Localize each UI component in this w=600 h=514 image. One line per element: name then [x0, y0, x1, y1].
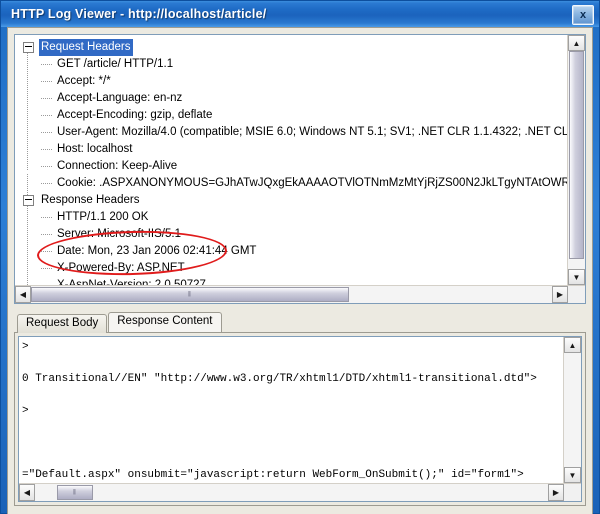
tree-branch-icon: [41, 115, 53, 116]
tab-panel-response-content: > 0 Transitional//EN" "http://www.w3.org…: [14, 332, 586, 506]
tree-node-item[interactable]: HTTP/1.1 200 OK: [15, 209, 567, 226]
response-content-text[interactable]: > 0 Transitional//EN" "http://www.w3.org…: [19, 337, 563, 483]
tree-branch-icon: [41, 217, 53, 218]
tree-branch-icon: [41, 251, 53, 252]
response-content-textarea[interactable]: > 0 Transitional//EN" "http://www.w3.org…: [18, 336, 582, 502]
title-bar[interactable]: HTTP Log Viewer - http://localhost/artic…: [1, 1, 599, 27]
content-v-scroll-track[interactable]: [564, 353, 581, 467]
window-title: HTTP Log Viewer - http://localhost/artic…: [11, 7, 267, 21]
tree-node-item[interactable]: Accept-Encoding: gzip, deflate: [15, 107, 567, 124]
tree-v-scroll-track[interactable]: [568, 51, 585, 269]
tree-node-item[interactable]: User-Agent: Mozilla/4.0 (compatible; MSI…: [15, 124, 567, 141]
tree-branch-icon: [41, 132, 53, 133]
scrollbar-corner: [568, 286, 585, 303]
content-h-scroll-track[interactable]: ‖: [35, 484, 548, 501]
tree-node-item[interactable]: GET /article/ HTTP/1.1: [15, 56, 567, 73]
tree-h-scroll-track[interactable]: ‖: [31, 286, 552, 303]
tree-node-label: Connection: Keep-Alive: [57, 160, 178, 172]
tree-vertical-scrollbar[interactable]: ▲ ▼: [567, 35, 585, 285]
tree-node-item[interactable]: Date: Mon, 23 Jan 2006 02:41:44 GMT: [15, 243, 567, 260]
tree-v-scroll-thumb[interactable]: [569, 51, 584, 259]
tree-branch-icon: [41, 268, 53, 269]
tree-node-item[interactable]: Host: localhost: [15, 141, 567, 158]
window-close-button[interactable]: x: [572, 5, 594, 25]
tree-node-label: Accept-Encoding: gzip, deflate: [57, 109, 213, 121]
tree-node-item[interactable]: X-AspNet-Version: 2.0.50727: [15, 277, 567, 285]
scroll-left-icon[interactable]: ◀: [15, 286, 31, 303]
headers-tree[interactable]: Request Headers GET /article/ HTTP/1.1 A…: [15, 35, 567, 285]
tab-request-body[interactable]: Request Body: [17, 314, 108, 333]
tree-branch-icon: [41, 64, 53, 65]
tree-node-label: HTTP/1.1 200 OK: [57, 211, 149, 223]
tree-node-label: Request Headers: [39, 39, 133, 56]
tree-node-label: X-Powered-By: ASP.NET: [57, 262, 185, 274]
tree-branch-icon: [41, 149, 53, 150]
tree-node-label: X-AspNet-Version: 2.0.50727: [57, 279, 206, 285]
scrollbar-corner: [564, 484, 581, 501]
content-horizontal-scrollbar[interactable]: ◀ ‖ ▶: [19, 483, 581, 501]
tree-branch-icon: [41, 183, 53, 184]
tree-branch-icon: [41, 234, 53, 235]
tree-node-label: Response Headers: [41, 194, 140, 206]
collapse-icon[interactable]: [23, 195, 34, 206]
tree-node-label: Server: Microsoft-IIS/5.1: [57, 228, 181, 240]
tree-node-label: GET /article/ HTTP/1.1: [57, 58, 174, 70]
tree-node-label: User-Agent: Mozilla/4.0 (compatible; MSI…: [57, 126, 567, 138]
tree-node-item[interactable]: Cookie: .ASPXANONYMOUS=GJhATwJQxgEkAAAAO…: [15, 175, 567, 192]
tree-node-label: Accept: */*: [57, 75, 111, 87]
dialog-client-area: Request Headers GET /article/ HTTP/1.1 A…: [7, 27, 593, 514]
tree-h-scroll-thumb[interactable]: ‖: [31, 287, 349, 302]
application-window: HTTP Log Viewer - http://localhost/artic…: [0, 0, 600, 514]
tree-branch-icon: [41, 98, 53, 99]
tab-strip: Request Body Response Content: [14, 312, 586, 333]
tab-response-content[interactable]: Response Content: [108, 312, 222, 332]
tree-node-item[interactable]: Connection: Keep-Alive: [15, 158, 567, 175]
collapse-icon[interactable]: [23, 42, 34, 53]
close-icon: x: [579, 8, 587, 21]
tree-horizontal-scrollbar[interactable]: ◀ ‖ ▶: [15, 285, 585, 303]
scroll-thumb-grip-icon: ‖: [188, 291, 192, 298]
tree-node-item[interactable]: Accept-Language: en-nz: [15, 90, 567, 107]
http-log-viewer-window: HTTP Log Viewer - http://localhost/artic…: [0, 0, 600, 514]
content-h-scroll-thumb[interactable]: ‖: [57, 485, 93, 500]
tree-node-label: Cookie: .ASPXANONYMOUS=GJhATwJQxgEkAAAAO…: [57, 177, 567, 189]
tree-node-item[interactable]: Server: Microsoft-IIS/5.1: [15, 226, 567, 243]
tree-node-item[interactable]: X-Powered-By: ASP.NET: [15, 260, 567, 277]
content-tab-area: Request Body Response Content > 0 Transi…: [14, 312, 586, 506]
scroll-up-icon[interactable]: ▲: [564, 337, 581, 353]
tree-node-label: Date: Mon, 23 Jan 2006 02:41:44 GMT: [57, 245, 257, 257]
scroll-left-icon[interactable]: ◀: [19, 484, 35, 501]
scroll-right-icon[interactable]: ▶: [548, 484, 564, 501]
tree-branch-icon: [41, 81, 53, 82]
tree-node-label: Host: localhost: [57, 143, 133, 155]
response-content-scroll-region: > 0 Transitional//EN" "http://www.w3.org…: [19, 337, 581, 483]
tree-branch-icon: [41, 166, 53, 167]
scroll-down-icon[interactable]: ▼: [564, 467, 581, 483]
tree-node-item[interactable]: Accept: */*: [15, 73, 567, 90]
scroll-thumb-grip-icon: ‖: [73, 489, 77, 496]
headers-tree-panel: Request Headers GET /article/ HTTP/1.1 A…: [14, 34, 586, 304]
scroll-right-icon[interactable]: ▶: [552, 286, 568, 303]
content-vertical-scrollbar[interactable]: ▲ ▼: [563, 337, 581, 483]
scroll-down-icon[interactable]: ▼: [568, 269, 585, 285]
tree-node-response-headers[interactable]: Response Headers: [15, 192, 567, 209]
tree-node-label: Accept-Language: en-nz: [57, 92, 183, 104]
tree-scroll-region: Request Headers GET /article/ HTTP/1.1 A…: [15, 35, 585, 285]
tree-node-request-headers[interactable]: Request Headers: [15, 39, 567, 56]
scroll-up-icon[interactable]: ▲: [568, 35, 585, 51]
